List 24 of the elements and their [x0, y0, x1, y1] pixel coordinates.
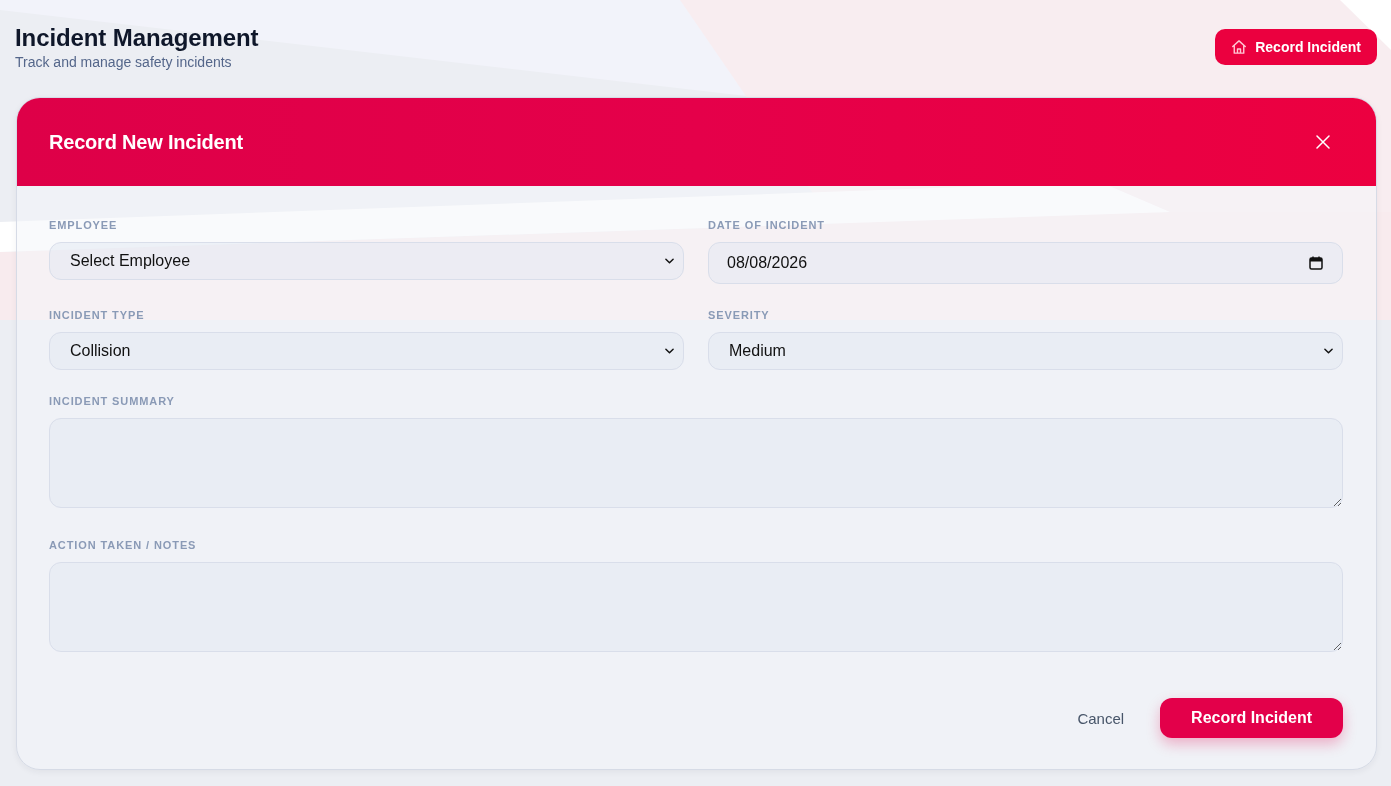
field-label: DATE OF INCIDENT [708, 218, 825, 232]
field-label: EMPLOYEE [49, 218, 118, 232]
text-area-field[interactable] [49, 418, 1343, 508]
field-label: INCIDENT TYPE [49, 308, 145, 322]
field-label: SEVERITY [708, 308, 770, 322]
date-field[interactable]: 08/08/2026 [708, 242, 1343, 284]
dropdown-field[interactable]: Select Employee [49, 242, 684, 280]
close-icon[interactable] [1316, 135, 1330, 149]
modal-title: Record New Incident [49, 130, 243, 154]
submit-button[interactable]: Record Incident [1160, 698, 1343, 738]
calendar-icon[interactable] [1309, 256, 1323, 270]
field-label: INCIDENT SUMMARY [49, 394, 175, 408]
dropdown-field[interactable]: Collision [49, 332, 684, 370]
chevron-down-icon [665, 258, 674, 264]
page-subtitle: Track and manage safety incidents [15, 53, 232, 71]
chevron-down-icon [665, 348, 674, 354]
chevron-down-icon [1324, 348, 1333, 354]
text-area-field[interactable] [49, 562, 1343, 652]
dropdown-field[interactable]: Medium [708, 332, 1343, 370]
house-icon [1232, 40, 1247, 54]
record-incident-button[interactable]: Record Incident [1215, 29, 1377, 65]
cancel-button[interactable]: Cancel [1077, 709, 1125, 727]
page-title: Incident Management [15, 24, 259, 52]
field-label: ACTION TAKEN / NOTES [49, 538, 197, 552]
